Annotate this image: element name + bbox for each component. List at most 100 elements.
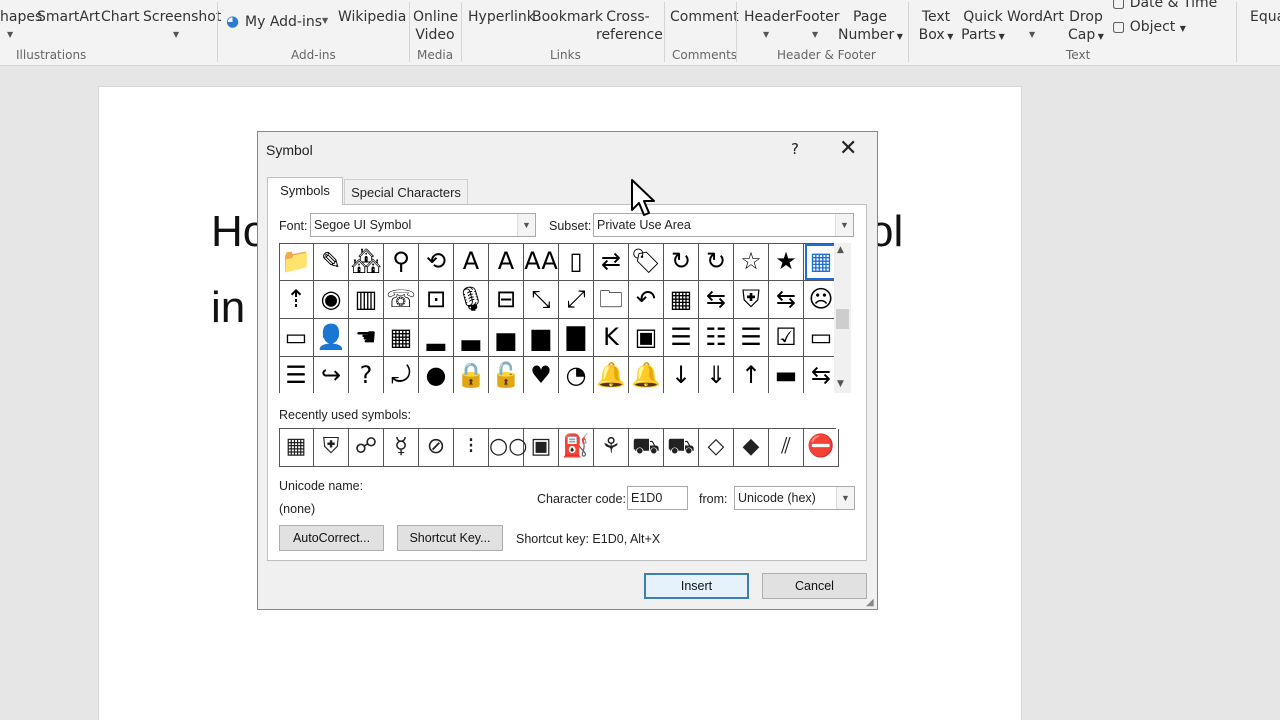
- symbol-cell[interactable]: ⤢: [559, 281, 594, 319]
- symbol-cell[interactable]: ☑: [769, 319, 804, 357]
- symbol-cell[interactable]: ▯: [559, 244, 594, 281]
- smartart-button[interactable]: SmartArt: [37, 8, 100, 26]
- symbol-cell[interactable]: 🔒: [454, 357, 489, 393]
- symbol-cell[interactable]: ⚲: [384, 244, 419, 281]
- symbol-cell[interactable]: ▇: [559, 319, 594, 357]
- symbol-cell[interactable]: ⇆: [769, 281, 804, 319]
- recent-symbol-cell[interactable]: ⛽: [559, 429, 594, 467]
- from-select[interactable]: Unicode (hex) ▼: [734, 486, 855, 510]
- scroll-thumb[interactable]: [836, 309, 849, 329]
- symbol-cell[interactable]: ♥: [524, 357, 559, 393]
- recent-symbol-cell[interactable]: ⁝: [454, 429, 489, 467]
- symbol-cell[interactable]: A: [454, 244, 489, 281]
- character-code-input[interactable]: E1D0: [627, 486, 688, 510]
- symbol-cell[interactable]: ☰: [280, 357, 314, 393]
- symbol-cell[interactable]: ▅: [489, 319, 524, 357]
- symbol-cell[interactable]: 🔓: [489, 357, 524, 393]
- recent-symbol-cell[interactable]: ⛟: [629, 429, 664, 467]
- symbol-cell[interactable]: ☆: [734, 244, 769, 281]
- screenshot-dropdown-icon[interactable]: ▼: [173, 30, 179, 39]
- symbol-cell[interactable]: ↶: [629, 281, 664, 319]
- symbol-cell[interactable]: 🔔: [594, 357, 629, 393]
- drop-cap-button[interactable]: Drop Cap ▼: [1066, 8, 1106, 46]
- footer-dropdown-icon[interactable]: ▼: [812, 30, 818, 39]
- recent-symbol-cell[interactable]: ⊘: [419, 429, 454, 467]
- chevron-down-icon[interactable]: ▼: [517, 214, 535, 236]
- symbol-cell[interactable]: ▣: [629, 319, 664, 357]
- recent-symbol-cell[interactable]: ☿: [384, 429, 419, 467]
- symbol-cell[interactable]: ▭: [280, 319, 314, 357]
- symbol-cell[interactable]: ⊟: [489, 281, 524, 319]
- symbol-cell[interactable]: ◔: [559, 357, 594, 393]
- symbol-cell[interactable]: ⇓: [699, 357, 734, 393]
- symbol-cell[interactable]: ↓: [664, 357, 699, 393]
- bookmark-button[interactable]: Bookmark: [532, 8, 603, 26]
- symbol-cell[interactable]: 📁: [280, 244, 314, 281]
- recent-symbol-cell[interactable]: ▦: [279, 429, 314, 467]
- chevron-down-icon[interactable]: ▼: [835, 214, 853, 236]
- symbol-cell[interactable]: ●: [419, 357, 454, 393]
- symbol-cell[interactable]: ▥: [349, 281, 384, 319]
- shapes-button[interactable]: hapes: [0, 8, 42, 26]
- online-video-button[interactable]: Online Video: [413, 8, 458, 44]
- object-button[interactable]: ▢ Object ▼: [1112, 18, 1186, 38]
- symbol-cell[interactable]: ?: [349, 357, 384, 393]
- symbol-cell[interactable]: ▭: [804, 319, 834, 357]
- recent-symbol-cell[interactable]: ⛔: [804, 429, 839, 467]
- recent-symbol-cell[interactable]: ⚘: [594, 429, 629, 467]
- date-time-button[interactable]: ▢ Date & Time: [1112, 0, 1217, 12]
- symbol-cell[interactable]: ☷: [699, 319, 734, 357]
- screenshot-button[interactable]: Screenshot: [143, 8, 221, 26]
- symbol-cell[interactable]: ▂: [419, 319, 454, 357]
- recent-symbol-cell[interactable]: ▣: [524, 429, 559, 467]
- symbol-cell[interactable]: ✎: [314, 244, 349, 281]
- symbol-cell[interactable]: K: [594, 319, 629, 357]
- symbol-cell[interactable]: ⟲: [419, 244, 454, 281]
- tab-special-characters[interactable]: Special Characters: [344, 179, 468, 205]
- recent-symbol-cell[interactable]: ⛨: [314, 429, 349, 467]
- symbol-cell[interactable]: 🔔: [629, 357, 664, 393]
- symbol-cell[interactable]: ⇆: [699, 281, 734, 319]
- symbol-cell[interactable]: ☹: [804, 281, 834, 319]
- symbol-cell[interactable]: ⊡: [419, 281, 454, 319]
- symbol-cell[interactable]: ▬: [769, 357, 804, 393]
- symbol-cell[interactable]: ▦: [664, 281, 699, 319]
- symbol-cell[interactable]: 🏘: [349, 244, 384, 281]
- symbol-cell[interactable]: ⇡: [280, 281, 314, 319]
- symbol-cell[interactable]: ↪: [314, 357, 349, 393]
- header-dropdown-icon[interactable]: ▼: [763, 30, 769, 39]
- symbol-grid[interactable]: 📁 ✎ 🏘 ⚲ ⟲ A A AA ▯ ⇄ 🏷 ↻ ↻ ☆ ★ ▦ ⇡ ◉ ▥ ☏ ⊡ 🎙 ⊟ ⤡ ⤢ 🗀 ↶ ▦ ⇆ ⛨ ⇆ ☹ ▭ 👤 ☚ ▦ ▂ ▃ ▅…: [279, 243, 834, 393]
- help-button[interactable]: ?: [791, 140, 799, 158]
- wordart-button[interactable]: WordArt: [1007, 8, 1064, 26]
- footer-button[interactable]: Footer: [795, 8, 840, 26]
- header-button[interactable]: Header: [744, 8, 795, 26]
- insert-button[interactable]: Insert: [644, 573, 749, 599]
- cancel-button[interactable]: Cancel: [762, 573, 867, 599]
- equation-button[interactable]: Equa: [1250, 8, 1280, 26]
- scroll-up-icon[interactable]: ▲: [837, 245, 844, 255]
- recent-symbol-cell[interactable]: ⫽: [769, 429, 804, 467]
- chart-button[interactable]: Chart: [101, 8, 139, 26]
- comment-button[interactable]: Comment: [670, 8, 739, 26]
- symbol-cell[interactable]: ☰: [664, 319, 699, 357]
- symbol-cell[interactable]: ▆: [524, 319, 559, 357]
- hyperlink-button[interactable]: Hyperlink: [468, 8, 535, 26]
- symbol-cell[interactable]: ▃: [454, 319, 489, 357]
- symbol-cell[interactable]: 🏷: [629, 244, 664, 281]
- symbol-cell[interactable]: ▦: [384, 319, 419, 357]
- symbol-cell[interactable]: ★: [769, 244, 804, 281]
- my-addins-button[interactable]: My Add-ins: [245, 13, 322, 31]
- symbol-grid-scrollbar[interactable]: ▲ ▼: [834, 243, 851, 393]
- recent-symbol-cell[interactable]: ○○: [489, 429, 527, 467]
- font-select[interactable]: Segoe UI Symbol ▼: [310, 213, 536, 237]
- tab-symbols[interactable]: Symbols: [267, 177, 343, 205]
- symbol-cell[interactable]: ↻: [664, 244, 699, 281]
- cross-reference-button[interactable]: Cross- reference: [596, 8, 663, 44]
- symbol-cell[interactable]: ☚: [349, 319, 384, 357]
- symbol-cell[interactable]: A: [489, 244, 524, 281]
- symbol-cell[interactable]: ⤾: [384, 357, 419, 393]
- wikipedia-button[interactable]: Wikipedia: [338, 8, 406, 26]
- shapes-dropdown-icon[interactable]: ▼: [7, 30, 13, 39]
- symbol-cell[interactable]: ☏: [384, 281, 419, 319]
- page-number-button[interactable]: Page Number ▼: [838, 8, 903, 46]
